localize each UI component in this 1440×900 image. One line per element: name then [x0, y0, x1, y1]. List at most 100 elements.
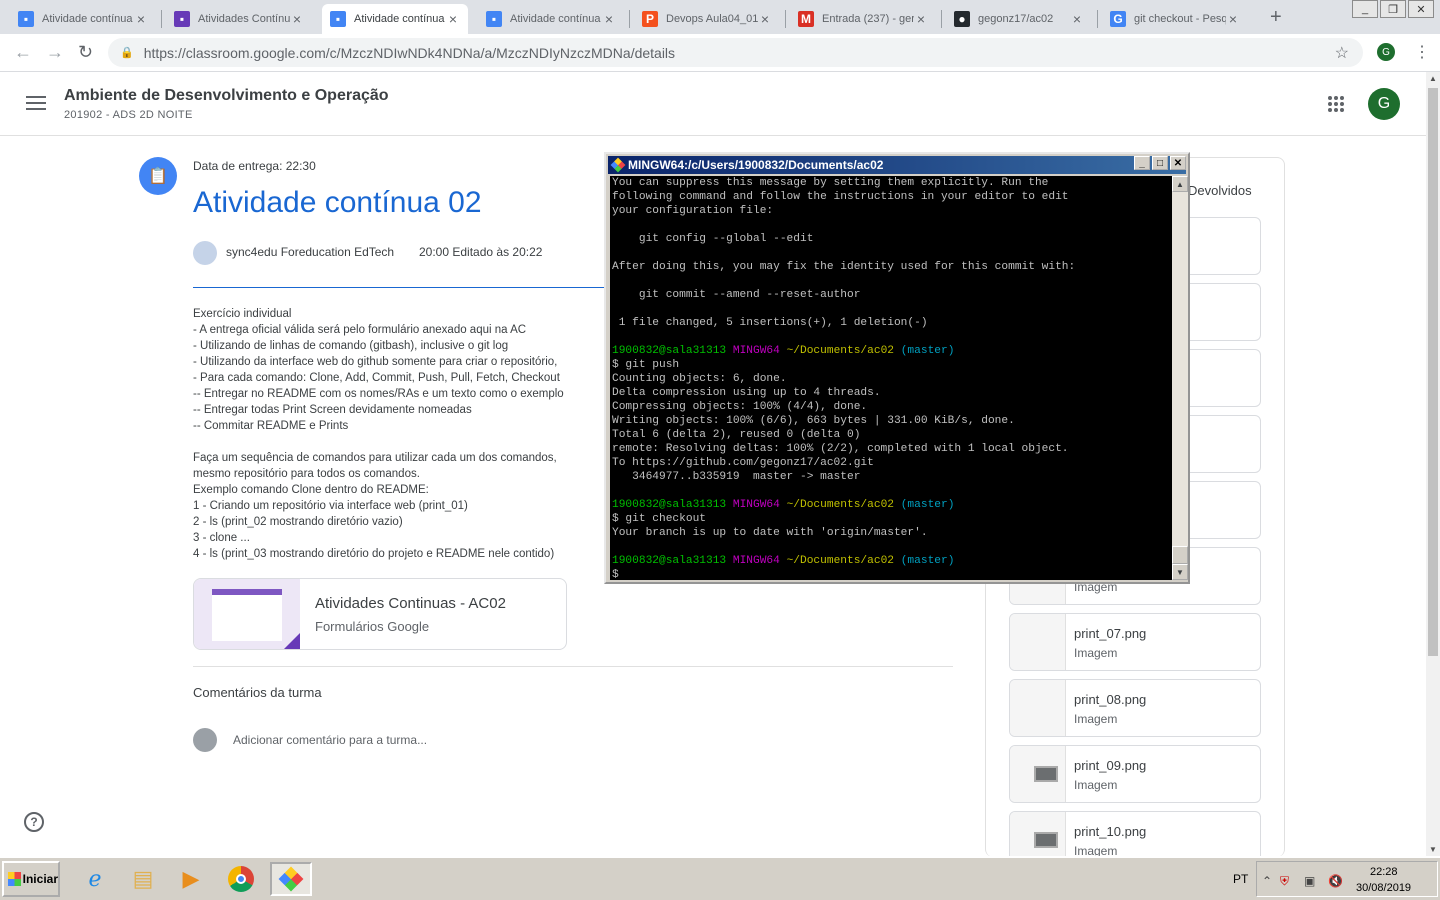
tab-close-icon[interactable]: × — [758, 11, 772, 27]
terminal-close-button[interactable]: ✕ — [1170, 156, 1186, 170]
volume-muted-icon[interactable]: 🔇 — [1328, 874, 1343, 888]
start-label: Iniciar — [22, 872, 58, 886]
internet-explorer-icon[interactable]: ℯ — [74, 862, 116, 896]
browser-menu-icon[interactable]: ⋮ — [1414, 42, 1430, 62]
forms-icon: ▪ — [174, 11, 190, 27]
restore-button[interactable]: ❐ — [1380, 0, 1406, 18]
page-scrollbar[interactable]: ▲ ▼ — [1426, 72, 1440, 856]
windows-taskbar: Iniciar ℯ ▤ ▶ PT ⌃ ⛨ ▣ 🔇 22:28 30/08/201… — [0, 856, 1440, 900]
gmail-icon: M — [798, 11, 814, 27]
terminal-scroll-down-icon[interactable]: ▼ — [1172, 564, 1188, 580]
browser-tab[interactable]: ● gegonz17/ac02 × — [946, 4, 1092, 34]
tab-close-icon[interactable]: × — [290, 11, 304, 27]
browser-tab[interactable]: M Entrada (237) - ger × — [790, 4, 936, 34]
description-line: -- Entregar todas Print Screen devidamen… — [193, 404, 472, 416]
back-arrow-icon[interactable]: ← — [14, 42, 32, 63]
google-apps-icon[interactable] — [1328, 96, 1344, 112]
terminal-output[interactable]: You can suppress this message by setting… — [610, 176, 1172, 580]
terminal-maximize-button[interactable]: □ — [1152, 156, 1168, 170]
tab-close-icon[interactable]: × — [1226, 11, 1240, 27]
minimize-button[interactable]: _ — [1352, 0, 1378, 18]
terminal-line: git config --global --edit — [612, 233, 814, 245]
tab-close-icon[interactable]: × — [914, 11, 928, 27]
media-player-icon[interactable]: ▶ — [170, 862, 212, 896]
account-avatar[interactable]: G — [1368, 88, 1400, 120]
terminal-line: git commit --amend --reset-author — [612, 289, 861, 301]
browser-tab[interactable]: ▪ Atividade contínua × — [478, 4, 624, 34]
terminal-line: following command and follow the instruc… — [612, 191, 1069, 203]
tab-close-icon[interactable]: × — [602, 11, 616, 27]
prompt-branch: (master) — [900, 499, 955, 511]
description-line: - Utilizando de linhas de comando (gitba… — [193, 340, 509, 352]
close-window-button[interactable]: ✕ — [1408, 0, 1434, 18]
hamburger-menu-icon[interactable] — [26, 96, 46, 114]
prompt-branch: (master) — [900, 555, 955, 567]
help-icon[interactable]: ? — [24, 812, 44, 832]
tab-title: Atividade contínua — [354, 13, 445, 25]
terminal-line: 3464977..b335919 master -> master — [612, 471, 861, 483]
forward-arrow-icon[interactable]: → — [46, 42, 64, 63]
terminal-minimize-button[interactable]: _ — [1134, 156, 1150, 170]
scroll-up-arrow-icon[interactable]: ▲ — [1429, 74, 1437, 83]
tray-expand-icon[interactable]: ⌃ — [1262, 874, 1272, 888]
network-icon[interactable]: ▣ — [1304, 874, 1315, 888]
terminal-line: You can suppress this message by setting… — [612, 177, 1049, 189]
description-line: Faça um sequência de comandos para utili… — [193, 452, 557, 464]
scroll-down-arrow-icon[interactable]: ▼ — [1429, 845, 1437, 854]
git-bash-window[interactable]: MINGW64:/c/Users/1900832/Documents/ac02 … — [604, 152, 1190, 584]
classroom-header: Ambiente de Desenvolvimento e Operação 2… — [0, 72, 1440, 136]
tab-close-icon[interactable]: × — [1070, 11, 1084, 27]
attachment-name: print_10.png — [1074, 824, 1147, 839]
language-indicator[interactable]: PT — [1233, 872, 1248, 886]
file-explorer-icon[interactable]: ▤ — [122, 862, 164, 896]
attachment-card[interactable]: print_09.png Imagem — [1009, 745, 1261, 803]
tab-close-icon[interactable]: × — [134, 11, 148, 27]
scrollbar-thumb[interactable] — [1428, 88, 1438, 656]
url-text[interactable]: https://classroom.google.com/c/MzczNDIwN… — [144, 45, 675, 61]
course-title[interactable]: Ambiente de Desenvolvimento e Operação — [64, 87, 389, 105]
assignment-description: Exercício individual - A entrega oficial … — [193, 306, 605, 562]
git-bash-taskbar-icon[interactable] — [270, 862, 312, 896]
attachment-name: print_07.png — [1074, 626, 1147, 641]
terminal-line: $ git checkout — [612, 513, 706, 525]
form-attachment-card[interactable]: Atividades Continuas - AC02 Formulários … — [193, 578, 567, 650]
add-comment-input[interactable]: Adicionar comentário para a turma... — [233, 733, 427, 747]
tab-title: gegonz17/ac02 — [978, 13, 1054, 25]
prompt-sys: MINGW64 — [732, 499, 780, 511]
clock-date[interactable]: 30/08/2019 — [1356, 882, 1411, 894]
terminal-title-bar[interactable]: MINGW64:/c/Users/1900832/Documents/ac02 — [608, 156, 1186, 174]
author-name: sync4edu Foreducation EdTech — [226, 245, 395, 259]
attachment-card[interactable]: print_08.png Imagem — [1009, 679, 1261, 737]
bookmark-star-icon[interactable]: ☆ — [1335, 43, 1349, 63]
browser-tab[interactable]: ▪ Atividades Contínu × — [166, 4, 312, 34]
terminal-line: remote: Resolving deltas: 100% (2/2), co… — [612, 443, 1069, 455]
tab-close-icon[interactable]: × — [446, 11, 460, 27]
terminal-scroll-thumb[interactable] — [1172, 546, 1188, 564]
reload-icon[interactable]: ↻ — [78, 42, 93, 63]
browser-tab[interactable]: ▪ Atividade contínua × — [322, 4, 468, 34]
attachment-type: Imagem — [1074, 778, 1118, 792]
form-title: Atividades Continuas - AC02 — [315, 595, 506, 612]
new-tab-button[interactable]: + — [1270, 6, 1282, 29]
terminal-scroll-up-icon[interactable]: ▲ — [1172, 176, 1188, 192]
start-button[interactable]: Iniciar — [2, 861, 60, 897]
browser-tab[interactable]: Ggit checkout - Pesq × — [1102, 4, 1248, 34]
security-alert-icon[interactable]: ⛨ — [1280, 874, 1289, 889]
chrome-icon[interactable] — [220, 862, 262, 896]
browser-tab[interactable]: ▪ Atividade contínua × — [10, 4, 156, 34]
tab-separator — [161, 10, 162, 28]
tab-title: Atividades Contínu — [198, 13, 290, 25]
browser-tab[interactable]: P Devops Aula04_01 × — [634, 4, 780, 34]
terminal-prompt: 1900832@sala31313 MINGW64 ~/Documents/ac… — [612, 344, 1170, 358]
terminal-scrollbar[interactable]: ▲ ▼ — [1172, 176, 1188, 580]
address-bar[interactable]: 🔒 https://classroom.google.com/c/MzczNDI… — [108, 38, 1363, 67]
github-icon: ● — [954, 11, 970, 27]
clock-time[interactable]: 22:28 — [1370, 866, 1398, 878]
attachment-card[interactable]: print_07.png Imagem — [1009, 613, 1261, 671]
class-comments-heading: Comentários da turma — [193, 685, 322, 700]
profile-avatar[interactable]: G — [1377, 43, 1395, 61]
form-thumbnail — [194, 579, 300, 649]
title-divider — [193, 287, 605, 288]
